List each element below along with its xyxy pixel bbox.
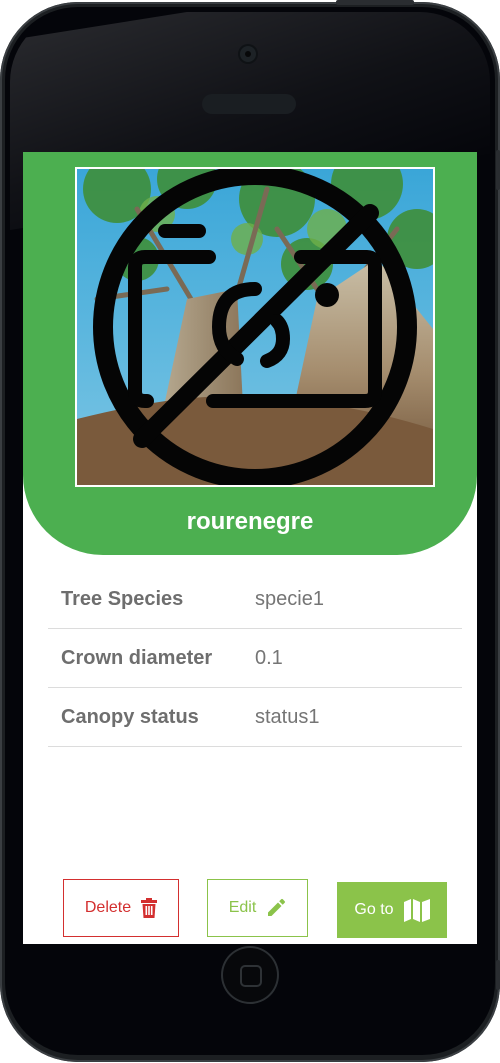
edit-button-label: Edit [228,899,257,916]
side-button [496,960,500,990]
power-button [336,0,414,5]
details-value: status1 [255,705,320,728]
details-row-species: Tree Species specie1 [48,570,462,629]
go-to-button-label: Go to [354,901,394,918]
speaker-grille [202,94,296,114]
tree-header-card: rourenegre [23,152,477,555]
details-label: Canopy status [61,705,199,728]
tree-name: rourenegre [186,508,314,535]
tree-details-table: Tree Species specie1 Crown diameter 0.1 … [48,570,462,747]
details-label: Crown diameter [61,646,213,669]
tree-photo [75,167,435,487]
front-camera [240,46,256,62]
details-value: 0.1 [255,646,283,669]
volume-up-button [496,150,500,190]
details-label: Tree Species [61,587,184,610]
trash-icon [141,898,158,918]
home-button[interactable] [221,946,279,1004]
pencil-icon [266,898,286,918]
delete-button[interactable]: Delete [63,879,179,937]
app-screen: rourenegre Tree Species specie1 Crown di… [23,152,477,944]
go-to-map-button[interactable]: Go to [337,882,447,938]
details-row-crown-diameter: Crown diameter 0.1 [48,629,462,688]
edit-button[interactable]: Edit [207,879,308,937]
details-value: specie1 [255,587,324,610]
delete-button-label: Delete [84,899,132,916]
map-icon [403,898,430,922]
details-row-canopy-status: Canopy status status1 [48,688,462,747]
